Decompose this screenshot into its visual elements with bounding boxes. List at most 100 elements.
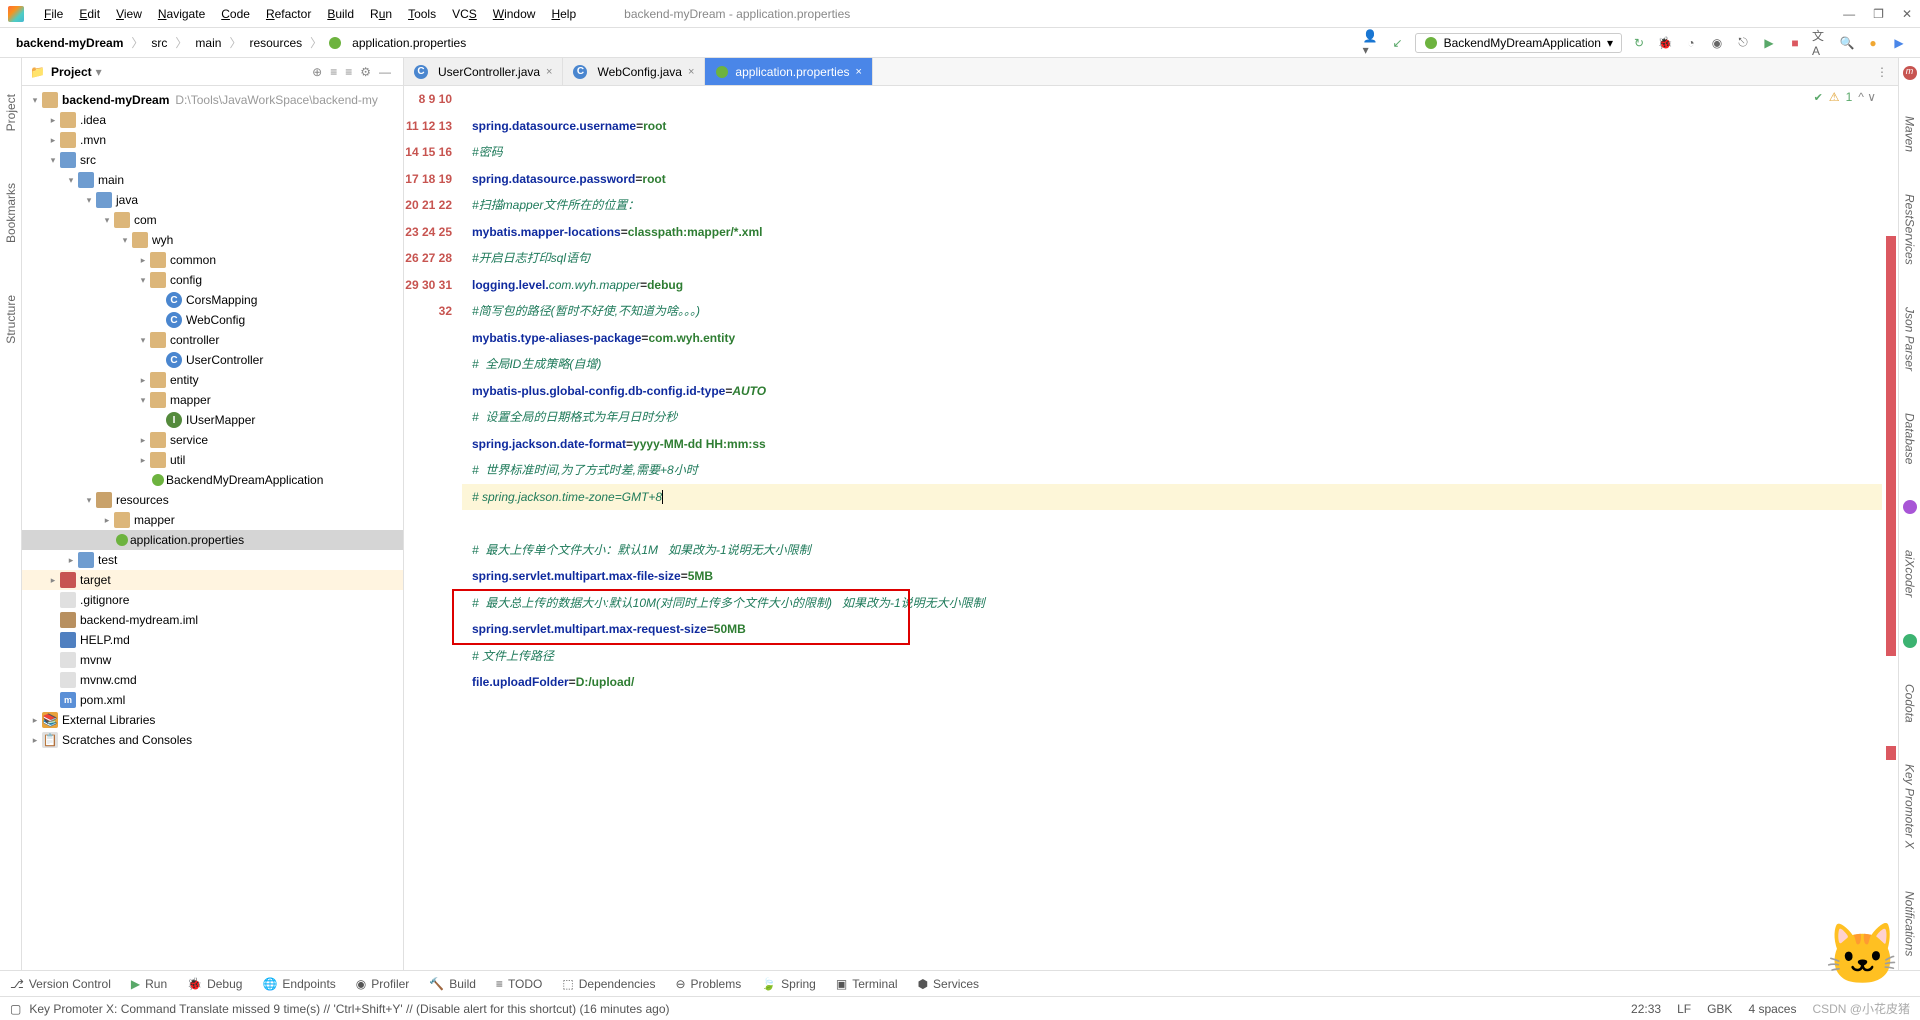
menu-navigate[interactable]: Navigate	[150, 5, 213, 23]
bottom-endpoints[interactable]: 🌐Endpoints	[262, 977, 335, 991]
tree-usercontroller[interactable]: CUserController	[22, 350, 403, 370]
expand-all-icon[interactable]: ≡	[326, 65, 341, 79]
crumb-resources[interactable]: resources	[245, 34, 306, 52]
tree-help[interactable]: HELP.md	[22, 630, 403, 650]
vcs-arrow-icon[interactable]: ↙	[1389, 34, 1407, 52]
right-tab-notifications[interactable]: Notifications	[1901, 885, 1919, 962]
tree-pom[interactable]: mpom.xml	[22, 690, 403, 710]
tree-mapper-res[interactable]: ▸mapper	[22, 510, 403, 530]
left-tab-project[interactable]: Project	[2, 88, 20, 137]
right-tab-keypromoter[interactable]: Key Promoter X	[1901, 758, 1919, 855]
tree-iusermapper[interactable]: IIUserMapper	[22, 410, 403, 430]
tree-iml[interactable]: backend-mydream.iml	[22, 610, 403, 630]
maximize-icon[interactable]: ❐	[1873, 7, 1884, 21]
tree-target[interactable]: ▸target	[22, 570, 403, 590]
menu-tools[interactable]: Tools	[400, 5, 444, 23]
aixcoder-icon[interactable]	[1903, 500, 1917, 514]
left-tab-bookmarks[interactable]: Bookmarks	[2, 177, 20, 249]
tree-mapper-pkg[interactable]: ▾mapper	[22, 390, 403, 410]
close-icon[interactable]: ✕	[1902, 7, 1912, 21]
attach-icon[interactable]: ⎋	[1734, 34, 1752, 52]
gear-icon[interactable]: ⚙	[356, 65, 375, 79]
right-tab-jsonparser[interactable]: Json Parser	[1901, 301, 1919, 377]
bottom-spring[interactable]: 🍃Spring	[761, 977, 816, 991]
tree-webconfig[interactable]: CWebConfig	[22, 310, 403, 330]
crumb-file[interactable]: application.properties	[348, 34, 470, 52]
minimize-icon[interactable]: —	[1843, 7, 1855, 21]
close-icon[interactable]: ×	[688, 66, 694, 78]
right-tab-aixcoder[interactable]: aiXcoder	[1901, 544, 1919, 603]
tree-config[interactable]: ▾config	[22, 270, 403, 290]
status-encoding[interactable]: GBK	[1707, 1002, 1732, 1016]
refresh-icon[interactable]: ↻	[1630, 34, 1648, 52]
code-editor[interactable]: 8 9 10 11 12 13 14 15 16 17 18 19 20 21 …	[404, 86, 1898, 970]
right-tab-maven[interactable]: Maven	[1901, 110, 1919, 158]
tree-controller[interactable]: ▾controller	[22, 330, 403, 350]
left-tab-structure[interactable]: Structure	[2, 289, 20, 350]
add-user-icon[interactable]: 👤▾	[1363, 34, 1381, 52]
bottom-vcs[interactable]: ⎇Version Control	[10, 977, 111, 991]
tree-entity[interactable]: ▸entity	[22, 370, 403, 390]
code-text[interactable]: spring.datasource.username=root #密码 spri…	[462, 86, 1882, 970]
profile-icon[interactable]: ◉	[1708, 34, 1726, 52]
right-tab-codota[interactable]: Codota	[1901, 678, 1919, 729]
tree-test[interactable]: ▸test	[22, 550, 403, 570]
bug-icon[interactable]: 🐞	[1656, 34, 1674, 52]
chevron-down-icon[interactable]: ▾	[96, 65, 102, 79]
tree-mvn[interactable]: ▸.mvn	[22, 130, 403, 150]
close-icon[interactable]: ×	[856, 66, 862, 78]
tree-mvnw[interactable]: mvnw	[22, 650, 403, 670]
menu-refactor[interactable]: Refactor	[258, 5, 319, 23]
tree-main[interactable]: ▾main	[22, 170, 403, 190]
collapse-all-icon[interactable]: ≡	[341, 65, 356, 79]
tab-webconfig[interactable]: CWebConfig.java×	[563, 58, 705, 85]
tree-corsmapping[interactable]: CCorsMapping	[22, 290, 403, 310]
bottom-profiler[interactable]: ◉Profiler	[356, 977, 410, 991]
menu-file[interactable]: File	[36, 5, 71, 23]
bottom-problems[interactable]: ⊖Problems	[675, 977, 741, 991]
bottom-dependencies[interactable]: ⬚Dependencies	[562, 977, 655, 991]
tree-mvnwcmd[interactable]: mvnw.cmd	[22, 670, 403, 690]
project-tree[interactable]: ▾backend-myDreamD:\Tools\JavaWorkSpace\b…	[22, 86, 403, 970]
menu-vcs[interactable]: VCS	[444, 5, 485, 23]
menu-help[interactable]: Help	[543, 5, 584, 23]
tree-app-props[interactable]: application.properties	[22, 530, 403, 550]
menu-view[interactable]: View	[108, 5, 150, 23]
tree-idea[interactable]: ▸.idea	[22, 110, 403, 130]
bottom-services[interactable]: ⬢Services	[918, 977, 980, 991]
tree-resources[interactable]: ▾resources	[22, 490, 403, 510]
bottom-run[interactable]: ▶Run	[131, 977, 167, 991]
maven-tool-icon[interactable]: m	[1903, 66, 1917, 80]
status-line-sep[interactable]: LF	[1677, 1002, 1691, 1016]
menu-code[interactable]: Code	[213, 5, 258, 23]
tool-window-btn[interactable]: ▢	[10, 1002, 21, 1016]
crumb-src[interactable]: src	[147, 34, 171, 52]
run-icon[interactable]: ▶	[1760, 34, 1778, 52]
crumb-project[interactable]: backend-myDream	[12, 34, 127, 52]
status-caret-pos[interactable]: 22:33	[1631, 1002, 1661, 1016]
menu-window[interactable]: Window	[485, 5, 544, 23]
tree-app-class[interactable]: BackendMyDreamApplication	[22, 470, 403, 490]
error-stripe[interactable]	[1882, 86, 1898, 970]
tree-wyh[interactable]: ▾wyh	[22, 230, 403, 250]
inspection-widget[interactable]: ✔ ⚠1 ^ ∨	[1814, 90, 1876, 104]
tree-root[interactable]: ▾backend-myDreamD:\Tools\JavaWorkSpace\b…	[22, 90, 403, 110]
coverage-icon[interactable]: ◔	[1682, 34, 1700, 52]
run-anything-icon[interactable]: ▶	[1890, 34, 1908, 52]
tab-application-properties[interactable]: application.properties×	[705, 58, 873, 85]
tab-usercontroller[interactable]: CUserController.java×	[404, 58, 563, 85]
bottom-terminal[interactable]: ▣Terminal	[836, 977, 898, 991]
translate-icon[interactable]: 文A	[1812, 34, 1830, 52]
lightbulb-icon[interactable]: ●	[1864, 34, 1882, 52]
tree-src[interactable]: ▾src	[22, 150, 403, 170]
crumb-main[interactable]: main	[191, 34, 225, 52]
tree-util[interactable]: ▸util	[22, 450, 403, 470]
tabs-more-icon[interactable]: ⋮	[1866, 58, 1898, 85]
menu-edit[interactable]: Edit	[71, 5, 108, 23]
codota-icon[interactable]	[1903, 634, 1917, 648]
status-indent[interactable]: 4 spaces	[1748, 1002, 1796, 1016]
menu-build[interactable]: Build	[319, 5, 362, 23]
right-tab-database[interactable]: Database	[1901, 407, 1919, 470]
stop-icon[interactable]: ■	[1786, 34, 1804, 52]
close-icon[interactable]: ×	[546, 66, 552, 78]
